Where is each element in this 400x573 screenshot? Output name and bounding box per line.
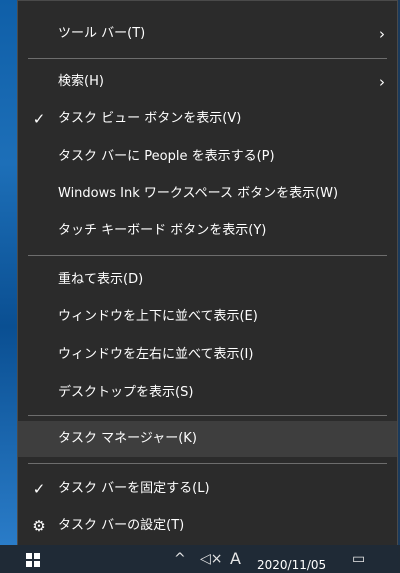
menu-item-label: タッチ キーボード ボタンを表示(Y) xyxy=(58,223,267,238)
menu-separator xyxy=(28,255,387,256)
menu-item-side-by-side[interactable]: ウィンドウを左右に並べて表示(I) xyxy=(18,337,397,373)
menu-item-label: ツール バー(T) xyxy=(58,26,146,41)
menu-item-lock-taskbar[interactable]: ✓ タスク バーを固定する(L) xyxy=(18,471,397,507)
check-icon: ✓ xyxy=(32,480,46,498)
menu-item-windows-ink[interactable]: Windows Ink ワークスペース ボタンを表示(W) xyxy=(18,176,397,212)
menu-item-task-view[interactable]: ✓ タスク ビュー ボタンを表示(V) xyxy=(18,101,397,137)
notification-icon[interactable]: ▭ xyxy=(352,550,365,568)
speaker-muted-icon[interactable]: ◁× xyxy=(200,550,223,568)
menu-separator xyxy=(28,463,387,464)
menu-item-label: タスク ビュー ボタンを表示(V) xyxy=(58,111,242,126)
menu-item-cascade[interactable]: 重ねて表示(D) xyxy=(18,262,397,298)
taskbar-context-menu: ツール バー(T) › 検索(H) › ✓ タスク ビュー ボタンを表示(V) … xyxy=(17,0,398,553)
menu-separator xyxy=(28,415,387,416)
menu-item-label: タスク バーの設定(T) xyxy=(58,518,185,533)
ime-mode-indicator[interactable]: A xyxy=(230,550,241,568)
menu-item-task-manager[interactable]: タスク マネージャー(K) xyxy=(18,421,397,457)
menu-item-show-desktop[interactable]: デスクトップを表示(S) xyxy=(18,375,397,411)
menu-item-label: ウィンドウを上下に並べて表示(E) xyxy=(58,309,258,324)
menu-item-label: 検索(H) xyxy=(58,74,104,89)
menu-item-label: デスクトップを表示(S) xyxy=(58,385,194,400)
gear-icon: ⚙ xyxy=(32,517,46,535)
taskbar: ^ ◁× A 2020/11/05 ▭ xyxy=(0,545,400,573)
menu-item-label: タスク マネージャー(K) xyxy=(58,431,197,446)
menu-item-search[interactable]: 検索(H) › xyxy=(18,64,397,100)
app-grid-icon[interactable] xyxy=(26,553,40,567)
desktop-background xyxy=(0,0,18,545)
menu-item-label: 重ねて表示(D) xyxy=(58,272,144,287)
chevron-right-icon: › xyxy=(379,73,385,91)
chevron-right-icon: › xyxy=(379,25,385,43)
menu-item-label: タスク バーを固定する(L) xyxy=(58,481,210,496)
menu-item-label: ウィンドウを左右に並べて表示(I) xyxy=(58,347,254,362)
menu-item-stack-windows[interactable]: ウィンドウを上下に並べて表示(E) xyxy=(18,299,397,335)
menu-item-taskbar-settings[interactable]: ⚙ タスク バーの設定(T) xyxy=(18,508,397,544)
menu-item-label: Windows Ink ワークスペース ボタンを表示(W) xyxy=(58,186,339,201)
menu-item-touch-keyboard[interactable]: タッチ キーボード ボタンを表示(Y) xyxy=(18,213,397,249)
menu-item-label: タスク バーに People を表示する(P) xyxy=(58,149,275,164)
check-icon: ✓ xyxy=(32,110,46,128)
menu-item-people[interactable]: タスク バーに People を表示する(P) xyxy=(18,139,397,175)
chevron-up-icon[interactable]: ^ xyxy=(174,550,186,568)
menu-item-toolbars[interactable]: ツール バー(T) › xyxy=(18,16,397,52)
clock-date[interactable]: 2020/11/05 xyxy=(257,558,326,572)
menu-separator xyxy=(28,58,387,59)
